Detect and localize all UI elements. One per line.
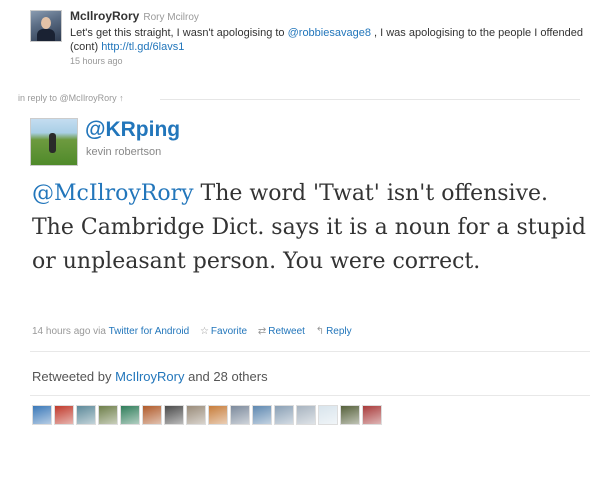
via-app-link[interactable]: Twitter for Android — [109, 326, 190, 337]
reply-button[interactable]: ↰ Reply — [316, 326, 352, 337]
tweet-screen-name[interactable]: @KRping — [85, 118, 180, 142]
retweeter-avatar[interactable] — [362, 405, 382, 425]
reply-label: Reply — [326, 326, 352, 337]
tweet-mention-link[interactable]: @McIlroyRory — [32, 181, 194, 206]
retweeter-avatar[interactable] — [98, 405, 118, 425]
parent-avatar[interactable] — [30, 10, 62, 42]
tweet-timestamp[interactable]: 14 hours ago — [32, 326, 90, 337]
tweet-full-name: kevin robertson — [86, 146, 162, 158]
retweeter-avatar[interactable] — [32, 405, 52, 425]
retweeted-by: Retweeted by McIlroyRory and 28 others — [32, 369, 268, 384]
tweet-text: @McIlroyRory The word 'Twat' isn't offen… — [32, 177, 592, 279]
retweeter-avatar[interactable] — [208, 405, 228, 425]
in-reply-to-link[interactable]: in reply to @McIlroyRory ↑ — [18, 93, 124, 103]
retweeter-avatars — [32, 405, 382, 427]
tweet-author-avatar[interactable] — [30, 118, 78, 166]
retweeter-avatar[interactable] — [318, 405, 338, 425]
retweeter-avatar[interactable] — [186, 405, 206, 425]
retweeter-avatar[interactable] — [142, 405, 162, 425]
parent-tweet-body: McIlroyRory Rory Mcilroy Let's get this s… — [70, 7, 590, 66]
avatar-figure — [49, 133, 56, 153]
retweeted-suffix: and 28 others — [188, 369, 268, 384]
retweeter-avatar[interactable] — [340, 405, 360, 425]
parent-full-name: Rory Mcilroy — [143, 12, 199, 23]
retweet-label: Retweet — [268, 326, 305, 337]
parent-screen-name[interactable]: McIlroyRory — [70, 9, 139, 23]
retweeter-avatar[interactable] — [274, 405, 294, 425]
divider — [30, 351, 590, 352]
retweeter-avatar[interactable] — [296, 405, 316, 425]
parent-timestamp[interactable]: 15 hours ago — [70, 56, 590, 66]
reply-divider — [160, 99, 580, 100]
via-label: via — [93, 326, 106, 337]
retweeter-avatar[interactable] — [120, 405, 140, 425]
avatar-body — [37, 29, 55, 41]
favorite-button[interactable]: ☆ Favorite — [200, 326, 247, 337]
reply-arrow-icon: ↰ — [315, 326, 325, 337]
retweet-button[interactable]: ⇄ Retweet — [258, 326, 305, 337]
retweet-icon: ⇄ — [257, 326, 267, 337]
parent-mention-link[interactable]: @robbiesavage8 — [288, 27, 371, 39]
retweeter-avatar[interactable] — [230, 405, 250, 425]
retweeter-avatar[interactable] — [76, 405, 96, 425]
retweeted-user-link[interactable]: McIlroyRory — [115, 369, 184, 384]
divider — [30, 395, 590, 396]
retweeted-prefix: Retweeted by — [32, 369, 112, 384]
favorite-label: Favorite — [210, 326, 248, 337]
star-icon: ☆ — [199, 326, 209, 337]
parent-tweet-text: Let's get this straight, I wasn't apolog… — [70, 26, 590, 54]
parent-url-link[interactable]: http://tl.gd/6lavs1 — [101, 41, 184, 53]
avatar-face — [41, 17, 51, 29]
retweeter-avatar[interactable] — [252, 405, 272, 425]
tweet-meta: 14 hours ago via Twitter for Android ☆ Fa… — [32, 326, 352, 337]
retweeter-avatar[interactable] — [54, 405, 74, 425]
retweeter-avatar[interactable] — [164, 405, 184, 425]
parent-text-before: Let's get this straight, I wasn't apolog… — [70, 27, 288, 39]
